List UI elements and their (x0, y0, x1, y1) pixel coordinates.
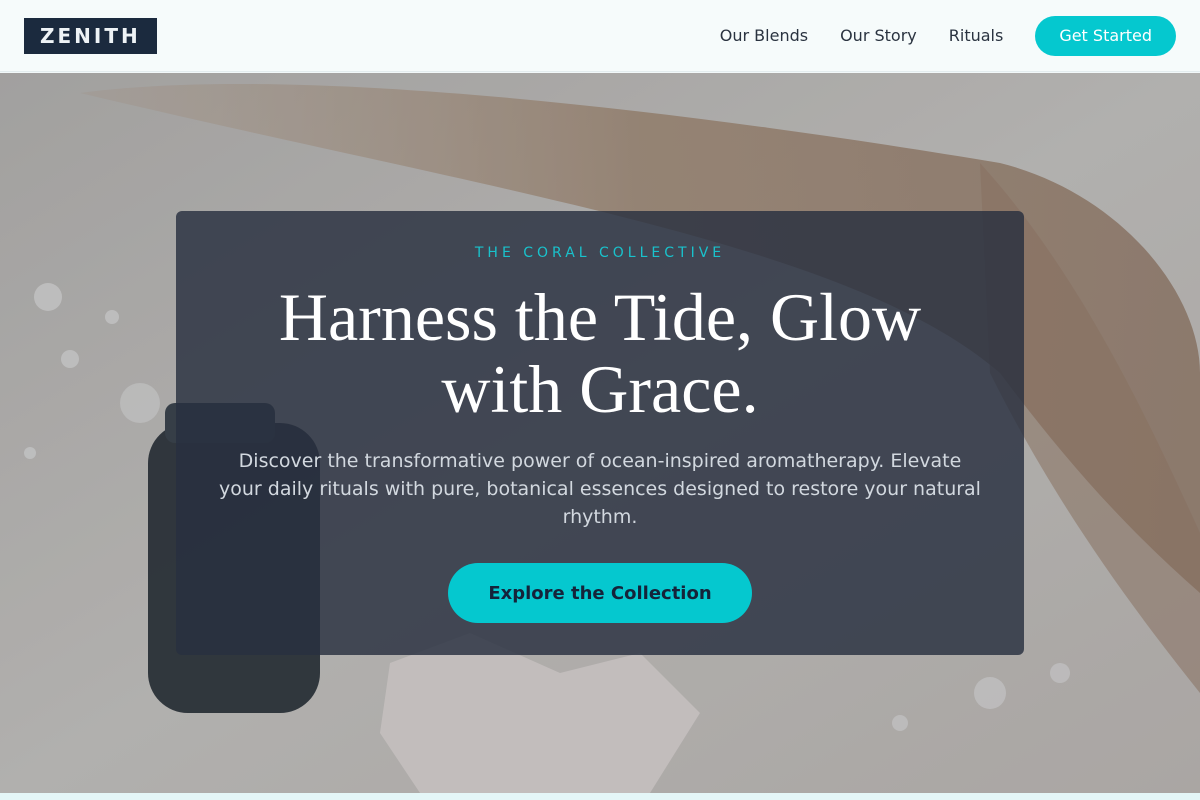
hero-eyebrow: THE CORAL COLLECTIVE (474, 245, 726, 261)
hero-description: Discover the transformative power of oce… (219, 450, 981, 528)
hero-headline: Harness the Tide, Glow with Grace. (278, 279, 922, 427)
get-started-button[interactable]: Get Started (1035, 15, 1176, 56)
hero-card: THE CORAL COLLECTIVE Harness the Tide, G… (176, 211, 1024, 655)
nav-link-our-story[interactable]: Our Story (840, 26, 917, 45)
site-header: ZENITH Our Blends Our Story Rituals Get … (0, 0, 1200, 72)
brand-logo[interactable]: ZENITH (24, 17, 157, 54)
main-nav: Our Blends Our Story Rituals Get Started (720, 15, 1176, 56)
nav-link-rituals[interactable]: Rituals (949, 26, 1004, 45)
explore-collection-button[interactable]: Explore the Collection (448, 563, 752, 623)
nav-link-our-blends[interactable]: Our Blends (720, 26, 808, 45)
hero-section: THE CORAL COLLECTIVE Harness the Tide, G… (0, 73, 1200, 793)
page-bottom-strip (0, 793, 1200, 800)
